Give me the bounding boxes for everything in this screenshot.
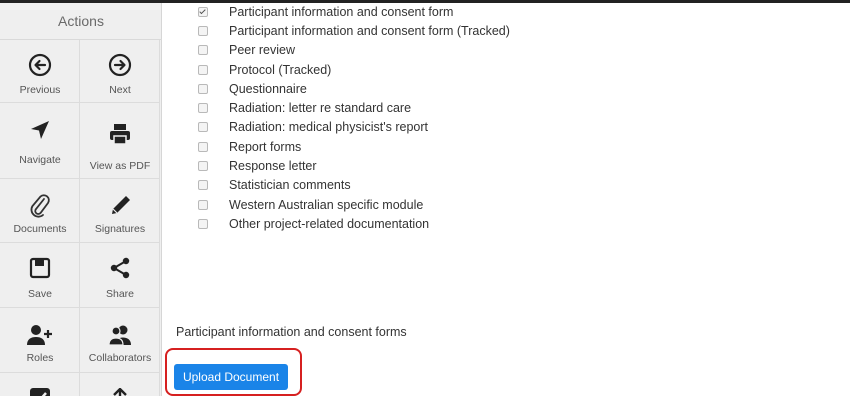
list-item: Report forms	[198, 137, 510, 156]
list-item: Western Australian specific module	[198, 195, 510, 214]
previous-label: Previous	[19, 84, 61, 96]
previous-button[interactable]: Previous	[0, 40, 80, 103]
roles-button[interactable]: Roles	[0, 308, 80, 373]
share-label: Share	[105, 288, 135, 300]
navigate-label: Navigate	[19, 154, 61, 166]
printer-icon	[80, 119, 160, 149]
upload-arrow-icon	[80, 383, 159, 396]
save-label: Save	[28, 288, 52, 300]
user-plus-icon	[0, 320, 80, 350]
checkbox-icon	[0, 383, 79, 396]
document-checkbox[interactable]	[198, 161, 208, 172]
document-checkbox[interactable]	[198, 218, 208, 229]
document-checkbox[interactable]	[198, 180, 208, 191]
signatures-button[interactable]: Signatures	[80, 179, 160, 243]
documents-button[interactable]: Documents	[0, 179, 80, 243]
share-icon	[80, 253, 160, 283]
paperclip-icon	[0, 191, 80, 221]
document-checkbox[interactable]	[198, 199, 208, 210]
document-checkbox[interactable]	[198, 83, 208, 94]
list-item: Response letter	[198, 156, 510, 175]
arrow-right-circle-icon	[80, 50, 160, 80]
list-item: Participant information and consent form…	[198, 21, 510, 40]
list-item: Radiation: medical physicist's report	[198, 118, 510, 137]
document-checkbox[interactable]	[198, 141, 208, 152]
document-checkbox[interactable]	[198, 45, 208, 56]
floppy-disk-icon	[0, 253, 80, 283]
upload-action-button[interactable]	[80, 373, 160, 396]
next-button[interactable]: Next	[80, 40, 160, 103]
upload-document-button[interactable]: Upload Document	[174, 364, 288, 390]
actions-sidebar: Actions Previous Next Navigate View as P…	[0, 3, 162, 396]
list-item: Statistician comments	[198, 176, 510, 195]
document-checkbox[interactable]	[198, 25, 208, 36]
navigate-arrow-icon	[0, 115, 80, 145]
list-item: Participant information and consent form	[198, 2, 510, 21]
documents-label: Documents	[13, 223, 67, 235]
checklist-button[interactable]	[0, 373, 80, 396]
save-button[interactable]: Save	[0, 243, 80, 308]
document-checkbox[interactable]	[198, 6, 208, 17]
navigate-button[interactable]: Navigate	[0, 103, 80, 179]
collaborators-label: Collaborators	[88, 352, 152, 364]
collaborators-button[interactable]: Collaborators	[80, 308, 160, 373]
view-as-pdf-button[interactable]: View as PDF	[80, 103, 160, 179]
roles-label: Roles	[26, 352, 54, 364]
main-content: Participant information and consent form…	[163, 3, 850, 396]
next-label: Next	[109, 84, 131, 96]
document-type-list: Participant information and consent form…	[198, 2, 510, 234]
arrow-left-circle-icon	[0, 50, 80, 80]
list-item: Protocol (Tracked)	[198, 60, 510, 79]
signatures-label: Signatures	[94, 223, 146, 235]
upload-section-label: Participant information and consent form…	[176, 325, 407, 339]
list-item: Other project-related documentation	[198, 214, 510, 233]
share-button[interactable]: Share	[80, 243, 160, 308]
list-item: Questionnaire	[198, 79, 510, 98]
actions-title: Actions	[0, 3, 162, 40]
pencil-icon	[80, 191, 160, 221]
list-item: Peer review	[198, 41, 510, 60]
document-checkbox[interactable]	[198, 103, 208, 114]
document-checkbox[interactable]	[198, 64, 208, 75]
document-checkbox[interactable]	[198, 122, 208, 133]
list-item: Radiation: letter re standard care	[198, 98, 510, 117]
users-icon	[80, 320, 160, 350]
view-as-pdf-label: View as PDF	[89, 160, 151, 172]
